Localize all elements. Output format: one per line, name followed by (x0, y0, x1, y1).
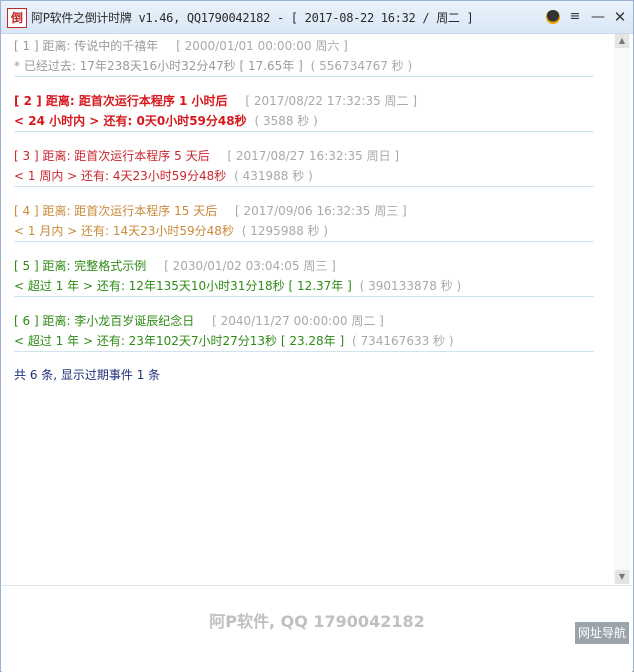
list-item[interactable]: [ 6 ] 距离: 李小龙百岁诞辰纪念日 [ 2040/11/27 00:00:… (14, 311, 594, 352)
entry-remaining-line: < 1 周内 > 还有: 4天23小时59分48秒 ( 431988 秒 ) (14, 166, 594, 187)
entry-title: [ 4 ] 距离: 距首次运行本程序 15 天后 (14, 204, 218, 218)
web-nav-button[interactable]: 网址导航 (575, 622, 629, 644)
qq-penguin-icon (546, 10, 560, 24)
main-window: 倒 阿P软件之倒计时牌 v1.46, QQ1790042182 - [ 2017… (0, 0, 634, 672)
countdown-list: [ 1 ] 距离: 传说中的千禧年 [ 2000/01/01 00:00:00 … (2, 34, 612, 584)
list-item[interactable]: [ 5 ] 距离: 完整格式示例 [ 2030/01/02 03:04:05 周… (14, 256, 594, 297)
list-item[interactable]: [ 4 ] 距离: 距首次运行本程序 15 天后 [ 2017/09/06 16… (14, 201, 594, 242)
scroll-down-icon[interactable]: ▼ (615, 570, 629, 584)
entry-remaining-line: * 已经过去: 17年238天16小时32分47秒 [ 17.65年 ] ( 5… (14, 56, 594, 77)
scroll-up-icon[interactable]: ▲ (615, 34, 629, 48)
entry-title-line: [ 4 ] 距离: 距首次运行本程序 15 天后 [ 2017/09/06 16… (14, 201, 594, 221)
entry-target-datetime: [ 2017/09/06 16:32:35 周三 ] (235, 204, 407, 218)
qq-icon[interactable] (543, 7, 563, 27)
vertical-scrollbar[interactable]: ▲ ▼ (613, 34, 631, 584)
entry-seconds: ( 431988 秒 ) (234, 169, 313, 183)
window-title: 阿P软件之倒计时牌 v1.46, QQ1790042182 - [ 2017-0… (31, 11, 474, 25)
list-item[interactable]: [ 2 ] 距离: 距首次运行本程序 1 小时后 [ 2017/08/22 17… (14, 91, 594, 132)
menu-button[interactable]: ≡ (565, 7, 585, 27)
entry-seconds: ( 390133878 秒 ) (359, 279, 462, 293)
entry-target-datetime: [ 2030/01/02 03:04:05 周三 ] (164, 259, 336, 273)
entry-title-line: [ 6 ] 距离: 李小龙百岁诞辰纪念日 [ 2040/11/27 00:00:… (14, 311, 594, 331)
title-bar[interactable]: 倒 阿P软件之倒计时牌 v1.46, QQ1790042182 - [ 2017… (1, 1, 633, 34)
entry-remaining: * 已经过去: 17年238天16小时32分47秒 [ 17.65年 ] (14, 59, 303, 73)
entry-remaining-line: < 24 小时内 > 还有: 0天0小时59分48秒 ( 3588 秒 ) (14, 111, 594, 132)
entry-title-line: [ 2 ] 距离: 距首次运行本程序 1 小时后 [ 2017/08/22 17… (14, 91, 594, 111)
entry-title-line: [ 3 ] 距离: 距首次运行本程序 5 天后 [ 2017/08/27 16:… (14, 146, 594, 166)
close-button[interactable]: ✕ (610, 7, 630, 27)
entry-remaining: < 1 月内 > 还有: 14天23小时59分48秒 (14, 224, 234, 238)
entry-target-datetime: [ 2017/08/22 17:32:35 周二 ] (245, 94, 418, 108)
list-item[interactable]: [ 1 ] 距离: 传说中的千禧年 [ 2000/01/01 00:00:00 … (14, 36, 594, 77)
summary-text: 共 6 条, 显示过期事件 1 条 (14, 368, 161, 382)
footer-brand: 阿P软件, QQ 1790042182 (209, 612, 425, 631)
entry-title: [ 1 ] 距离: 传说中的千禧年 (14, 39, 159, 53)
app-icon: 倒 (7, 8, 27, 28)
minimize-button[interactable]: — (588, 7, 608, 27)
entry-title: [ 6 ] 距离: 李小龙百岁诞辰纪念日 (14, 314, 195, 328)
entry-seconds: ( 1295988 秒 ) (241, 224, 329, 238)
entry-remaining-line: < 1 月内 > 还有: 14天23小时59分48秒 ( 1295988 秒 ) (14, 221, 594, 242)
entry-target-datetime: [ 2017/08/27 16:32:35 周日 ] (227, 149, 400, 163)
entry-title: [ 2 ] 距离: 距首次运行本程序 1 小时后 (14, 94, 228, 108)
entry-remaining: < 超过 1 年 > 还有: 12年135天10小时31分18秒 [ 12.37… (14, 279, 352, 293)
entry-title: [ 5 ] 距离: 完整格式示例 (14, 259, 147, 273)
entry-target-datetime: [ 2040/11/27 00:00:00 周二 ] (212, 314, 384, 328)
entry-seconds: ( 3588 秒 ) (254, 114, 318, 128)
entry-title: [ 3 ] 距离: 距首次运行本程序 5 天后 (14, 149, 210, 163)
entry-remaining-line: < 超过 1 年 > 还有: 23年102天7小时27分13秒 [ 23.28年… (14, 331, 594, 352)
entry-title-line: [ 5 ] 距离: 完整格式示例 [ 2030/01/02 03:04:05 周… (14, 256, 594, 276)
entry-remaining: < 超过 1 年 > 还有: 23年102天7小时27分13秒 [ 23.28年… (14, 334, 345, 348)
list-item[interactable]: [ 3 ] 距离: 距首次运行本程序 5 天后 [ 2017/08/27 16:… (14, 146, 594, 187)
entry-seconds: ( 556734767 秒 ) (310, 59, 413, 73)
entry-remaining: < 24 小时内 > 还有: 0天0小时59分48秒 (14, 114, 247, 128)
entry-remaining-line: < 超过 1 年 > 还有: 12年135天10小时31分18秒 [ 12.37… (14, 276, 594, 297)
entry-seconds: ( 734167633 秒 ) (352, 334, 454, 348)
entry-title-line: [ 1 ] 距离: 传说中的千禧年 [ 2000/01/01 00:00:00 … (14, 36, 594, 56)
footer: 阿P软件, QQ 1790042182 网址导航 (2, 585, 632, 672)
entry-target-datetime: [ 2000/01/01 00:00:00 周六 ] (176, 39, 348, 53)
entry-remaining: < 1 周内 > 还有: 4天23小时59分48秒 (14, 169, 227, 183)
